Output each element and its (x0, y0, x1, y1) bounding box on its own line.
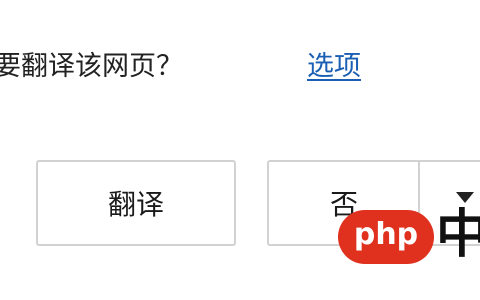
translate-prompt: 要翻译该网页？ (0, 51, 183, 82)
translate-button[interactable]: 翻译 (36, 160, 236, 246)
php-watermark-logo: php (338, 210, 434, 264)
options-link[interactable]: 选项 (307, 47, 361, 87)
translate-bar: 要翻译该网页？ 选项 翻译 否 php 中 (0, 0, 480, 300)
watermark-suffix: 中 (436, 205, 480, 265)
